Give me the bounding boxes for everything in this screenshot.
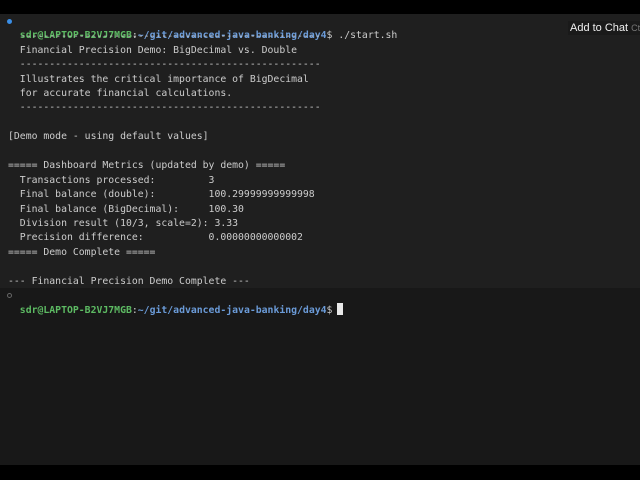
command-text: ./start.sh <box>332 30 398 41</box>
add-to-chat-tooltip[interactable]: Add to ChatCtrl <box>568 21 640 35</box>
prompt-user-host: sdr@LAPTOP-B2VJ7MGB <box>19 305 132 316</box>
output-metrics-header: ===== Dashboard Metrics (updated by demo… <box>8 160 286 171</box>
add-to-chat-label: Add to Chat <box>570 22 629 34</box>
text-cursor <box>337 303 344 315</box>
prompt-path: ~/git/advanced-java-banking/day4 <box>137 305 327 316</box>
metric-balance-bigdecimal: Final balance (BigDecimal): 100.30 <box>8 204 244 215</box>
prompt-symbol: $ <box>326 305 333 316</box>
output-final-message: --- Financial Precision Demo Complete --… <box>8 276 250 287</box>
add-to-chat-shortcut: Ctrl <box>631 23 640 33</box>
metric-balance-double: Final balance (double): 100.299999999999… <box>8 189 315 200</box>
output-description: for accurate financial calculations. <box>8 88 233 99</box>
output-separator: ----------------------------------------… <box>8 102 321 113</box>
output-title: Financial Precision Demo: BigDecimal vs.… <box>8 45 298 56</box>
output-description: Illustrates the critical importance of B… <box>8 74 309 85</box>
prompt-status-dot-icon[interactable] <box>7 293 12 298</box>
metric-precision-difference: Precision difference: 0.00000000000002 <box>8 232 303 243</box>
output-separator: ----------------------------------------… <box>8 31 321 42</box>
prompt-line[interactable]: sdr@LAPTOP-B2VJ7MGB:~/git/advanced-java-… <box>7 289 344 318</box>
metric-transactions: Transactions processed: 3 <box>8 175 215 186</box>
output-demo-mode: [Demo mode - using default values] <box>8 131 209 142</box>
metric-division-result: Division result (10/3, scale=2): 3.33 <box>8 218 239 229</box>
command-status-dot-icon[interactable] <box>7 19 12 24</box>
output-separator: ----------------------------------------… <box>8 59 321 70</box>
output-demo-complete: ===== Demo Complete ===== <box>8 247 156 258</box>
